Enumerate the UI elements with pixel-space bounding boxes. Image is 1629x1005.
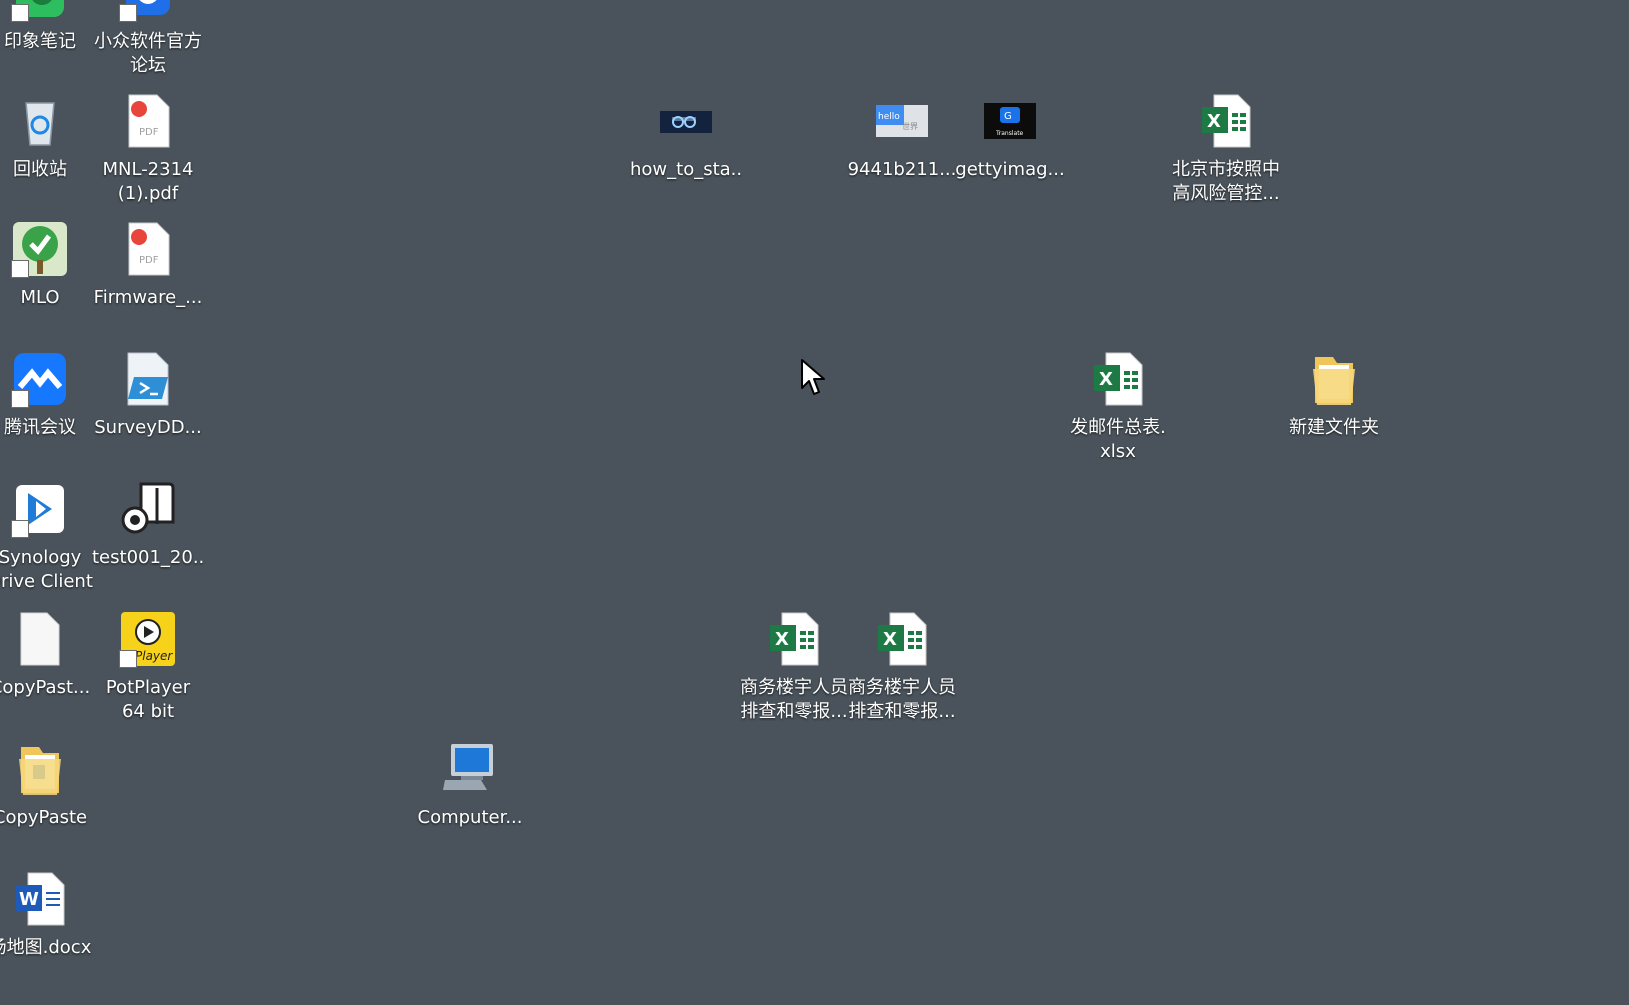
folder-icon [9,738,71,800]
desktop-icon-beijing-risk-xlsx[interactable]: X 北京市按照中 高风险管控... [1170,90,1282,206]
desktop-icon-potplayer[interactable]: Player PotPlayer 64 bit [92,608,204,724]
icon-label: 北京市按照中 高风险管控... [1172,159,1280,204]
svg-text:PDF: PDF [139,255,159,266]
svg-text:X: X [1207,111,1221,132]
potplayer-icon: Player [117,608,179,670]
icon-label: 印象笔记 [4,31,76,52]
shortcut-arrow-icon [11,4,29,22]
desktop-icon-recycle-bin[interactable]: 回收站 [0,90,96,182]
svg-text:X: X [1099,369,1113,390]
desktop-icon-evernote[interactable]: 印象笔记 [0,0,96,54]
synology-drive-icon [9,478,71,540]
icon-label: 商务楼宇人员 排查和零报... [740,677,848,722]
icon-label: 新建文件夹 [1289,417,1379,438]
icon-label: 小众软件官方 论坛 [94,31,202,76]
desktop-icon-how-to-sta-image[interactable]: how_to_sta... [630,90,742,182]
icon-label: Computer... [417,807,523,828]
desktop-icon-commercial-building-xlsx-2[interactable]: X 商务楼宇人员 排查和零报... [846,608,958,724]
folder-icon [1303,348,1365,410]
evernote-app-icon [9,0,71,24]
browser-app-icon [117,0,179,24]
image-thumbnail-icon: G Translate [979,90,1041,152]
icon-label: 回收站 [13,159,67,180]
icon-label: 商务楼宇人员 排查和零报... [848,677,956,722]
desktop-icon-surveydd[interactable]: SurveyDD... [92,348,204,440]
icon-label: Firmware_... [93,287,203,308]
desktop-icon-9441b211-image[interactable]: hello 世界 9441b211... [846,90,958,182]
shortcut-arrow-icon [119,4,137,22]
image-thumbnail-icon [655,90,717,152]
desktop-icon-new-folder[interactable]: 新建文件夹 [1278,348,1390,440]
desktop-icon-copypaste-folder[interactable]: CopyPaste [0,738,96,830]
thumbnail-world-text: 世界 [902,121,918,131]
audio-file-icon [117,478,179,540]
icon-label: how_to_sta... [630,159,742,180]
desktop-icon-forum-shortcut[interactable]: 小众软件官方 论坛 [92,0,204,78]
svg-text:W: W [19,889,39,910]
pdf-file-icon: PDF [117,218,179,280]
image-thumbnail-icon: hello 世界 [871,90,933,152]
excel-file-icon: X [763,608,825,670]
excel-file-icon: X [1087,348,1149,410]
desktop-icon-synology-drive[interactable]: Synology Drive Client [0,478,96,594]
desktop-icon-commercial-building-xlsx-1[interactable]: X 商务楼宇人员 排查和零报... [738,608,850,724]
icon-label: MNL-2314 (1).pdf [102,159,194,204]
icon-label: 9441b211... [847,159,957,180]
shortcut-arrow-icon [119,650,137,668]
desktop[interactable]: 印象笔记 小众软件官方 论坛 回收站 PDF MNL-2314 (1).pdf … [0,0,1629,1005]
desktop-icon-computer[interactable]: Computer... [414,738,526,830]
desktop-icon-venue-map-docx[interactable]: W 场地图.docx [0,868,96,960]
excel-file-icon: X [1195,90,1257,152]
desktop-icon-tencent-meeting[interactable]: 腾讯会议 [0,348,96,440]
desktop-icon-firmware-pdf[interactable]: PDF Firmware_... [92,218,204,310]
desktop-icon-mnl-pdf[interactable]: PDF MNL-2314 (1).pdf [92,90,204,206]
icon-label: Synology Drive Client [0,547,93,592]
icon-label: CopyPaste [0,807,88,828]
svg-text:X: X [883,629,897,650]
computer-icon [439,738,501,800]
recycle-bin-icon [9,90,71,152]
icon-label: 发邮件总表. xlsx [1070,417,1166,462]
svg-text:X: X [775,629,789,650]
svg-text:PDF: PDF [139,127,159,138]
desktop-icon-copypaste-file[interactable]: CopyPast... [0,608,96,700]
mouse-pointer-icon [800,358,828,398]
icon-label: gettyimag... [955,159,1065,180]
thumbnail-translate-text: Translate [995,130,1024,137]
shortcut-arrow-icon [11,520,29,538]
icon-label: SurveyDD... [94,417,202,438]
icon-label: 场地图.docx [0,937,92,958]
icon-label: test001_20... [92,547,204,568]
tencent-meeting-icon [9,348,71,410]
icon-label: CopyPast... [0,677,91,698]
icon-label: MLO [20,287,60,308]
word-document-icon: W [9,868,71,930]
powershell-script-icon [117,348,179,410]
shortcut-arrow-icon [11,390,29,408]
desktop-icon-mlo[interactable]: MLO [0,218,96,310]
mlo-app-icon [9,218,71,280]
desktop-icon-gettyimages-image[interactable]: G Translate gettyimag... [954,90,1066,182]
potplayer-brand-text: Player [135,649,173,663]
icon-label: 腾讯会议 [4,417,76,438]
desktop-icon-send-mail-xlsx[interactable]: X 发邮件总表. xlsx [1062,348,1174,464]
excel-file-icon: X [871,608,933,670]
pdf-file-icon: PDF [117,90,179,152]
desktop-icon-test001-audio[interactable]: test001_20... [92,478,204,570]
blank-file-icon [9,608,71,670]
svg-text:G: G [1004,111,1012,122]
shortcut-arrow-icon [11,260,29,278]
thumbnail-hello-text: hello [878,112,900,122]
icon-label: PotPlayer 64 bit [105,677,191,722]
